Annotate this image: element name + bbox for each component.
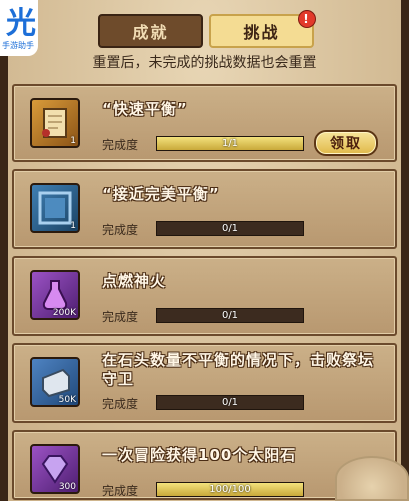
progress-label: 完成度 bbox=[102, 397, 139, 411]
icon-count: 300 bbox=[58, 482, 76, 492]
scroll-icon[interactable]: 1 bbox=[30, 98, 80, 148]
claim-button[interactable]: 领取 bbox=[314, 130, 378, 156]
progress-text: 100/100 bbox=[209, 484, 251, 495]
tab-challenges-label: 挑战 bbox=[243, 23, 280, 42]
sun-emblem-decoration bbox=[335, 456, 409, 501]
progress-text: 0/1 bbox=[221, 397, 239, 408]
challenge-title: “快速平衡” bbox=[102, 100, 188, 118]
progress-text: 0/1 bbox=[221, 223, 239, 234]
icon-count: 50K bbox=[58, 395, 76, 405]
left-border bbox=[0, 0, 8, 501]
challenge-card: 50K 在石头数量不平衡的情况下，击败祭坛守卫 完成度 0/1 bbox=[12, 343, 397, 423]
progress-label: 完成度 bbox=[102, 310, 139, 324]
icon-count: 1 bbox=[70, 221, 76, 231]
challenge-title: 一次冒险获得100个太阳石 bbox=[102, 446, 297, 464]
corner-logo: 光 手游助手 bbox=[0, 0, 38, 56]
right-border bbox=[401, 0, 409, 501]
alert-badge: ! bbox=[298, 10, 316, 28]
challenge-card: 200K 点燃神火 完成度 0/1 bbox=[12, 256, 397, 336]
progress-label: 完成度 bbox=[102, 484, 139, 498]
gem-icon[interactable]: 300 bbox=[30, 444, 80, 494]
tab-achievements-label: 成就 bbox=[132, 23, 169, 42]
logo-glyph: 光 bbox=[6, 6, 36, 41]
logo-text: 手游助手 bbox=[2, 41, 34, 50]
tab-achievements[interactable]: 成就 bbox=[98, 14, 203, 48]
progress-bar: 0/1 bbox=[156, 395, 304, 410]
challenge-card: 1 “接近完美平衡” 完成度 0/1 bbox=[12, 169, 397, 249]
reset-notice: 重置后，未完成的挑战数据也会重置 bbox=[92, 55, 317, 71]
challenge-title: 在石头数量不平衡的情况下，击败祭坛守卫 bbox=[102, 351, 375, 388]
challenge-card: 1 “快速平衡” 完成度 1/1 领取 bbox=[12, 84, 397, 162]
tab-bar: 成就 挑战 ! bbox=[98, 10, 316, 48]
progress-bar: 1/1 bbox=[156, 136, 304, 151]
icon-count: 200K bbox=[52, 308, 76, 318]
stone-icon[interactable]: 50K bbox=[30, 357, 80, 407]
claim-button-label: 领取 bbox=[330, 136, 362, 152]
progress-label: 完成度 bbox=[102, 138, 139, 152]
progress-label: 完成度 bbox=[102, 223, 139, 237]
progress-bar: 0/1 bbox=[156, 221, 304, 236]
potion-icon[interactable]: 200K bbox=[30, 270, 80, 320]
icon-count: 1 bbox=[70, 136, 76, 146]
progress-bar: 0/1 bbox=[156, 308, 304, 323]
progress-bar: 100/100 bbox=[156, 482, 304, 497]
challenge-list: 1 “快速平衡” 完成度 1/1 领取 1 “接近完美平衡” 完成度 0/1 2… bbox=[12, 84, 397, 501]
progress-text: 1/1 bbox=[221, 138, 239, 149]
progress-text: 0/1 bbox=[221, 310, 239, 321]
frame-icon[interactable]: 1 bbox=[30, 183, 80, 233]
challenge-title: “接近完美平衡” bbox=[102, 185, 220, 203]
tab-challenges[interactable]: 挑战 ! bbox=[209, 10, 316, 48]
challenge-title: 点燃神火 bbox=[102, 272, 167, 290]
